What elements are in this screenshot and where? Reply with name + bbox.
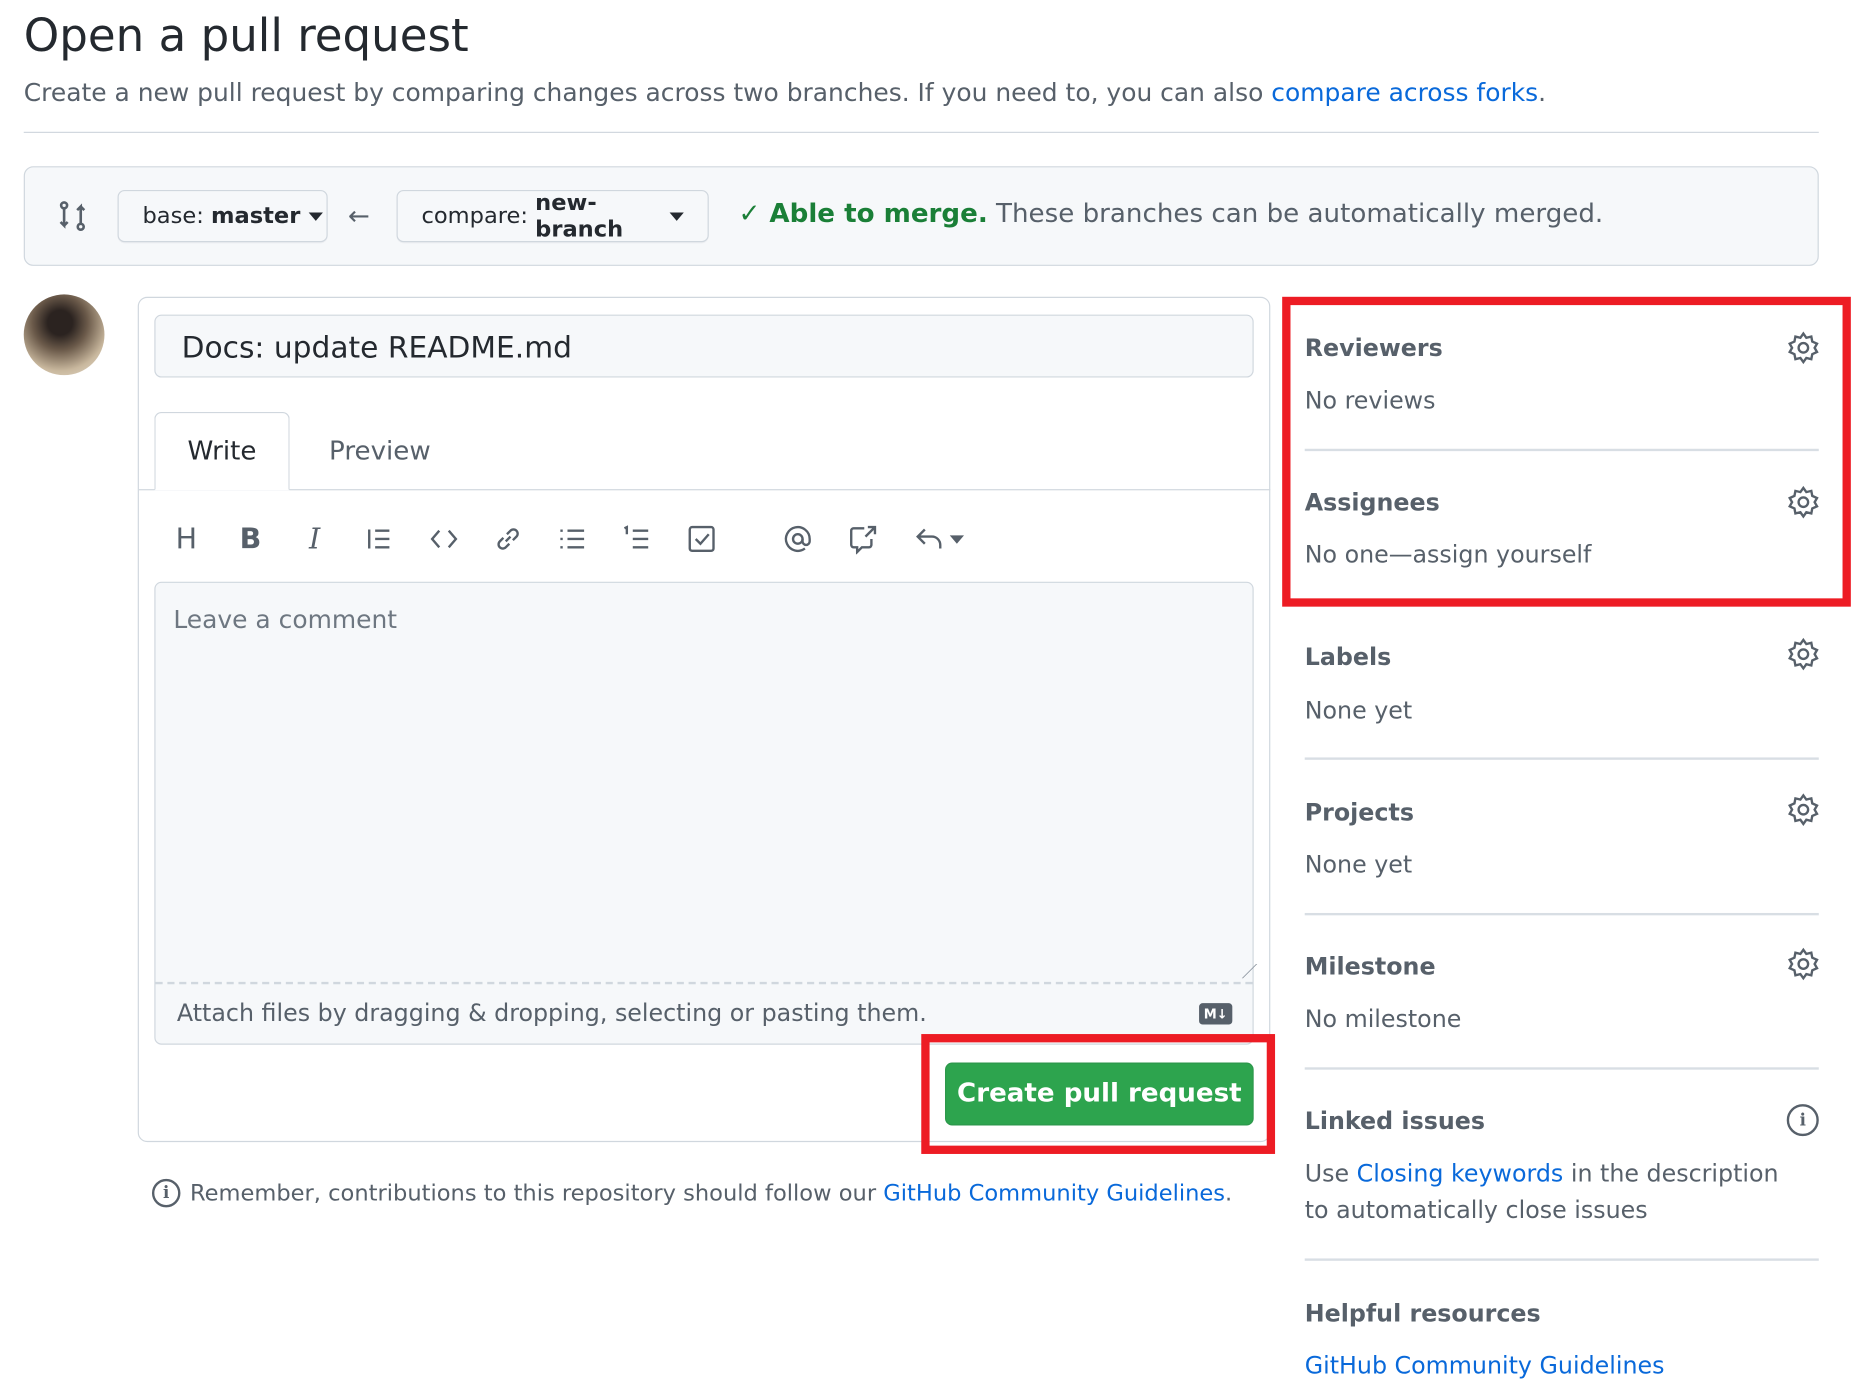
tab-preview[interactable]: Preview bbox=[306, 412, 453, 490]
heading-icon[interactable]: H bbox=[165, 518, 208, 561]
title-input[interactable]: Docs: update README.md bbox=[154, 314, 1254, 378]
merge-status: ✓ Able to merge. These branches can be a… bbox=[738, 199, 1604, 230]
italic-icon[interactable]: I bbox=[293, 518, 336, 561]
compare-arrows-icon bbox=[56, 199, 89, 237]
arrow-left-icon: ← bbox=[347, 201, 370, 232]
reference-icon[interactable] bbox=[842, 518, 885, 561]
tab-write[interactable]: Write bbox=[154, 411, 290, 491]
page-title: Open a pull request bbox=[23, 9, 469, 62]
closing-keywords-link[interactable]: Closing keywords bbox=[1357, 1159, 1564, 1187]
info-icon[interactable]: i bbox=[1786, 1104, 1819, 1137]
linked-issues-description: Use Closing keywords in the description … bbox=[1304, 1158, 1779, 1225]
caret-down-icon bbox=[308, 211, 323, 221]
projects-heading[interactable]: Projects bbox=[1305, 798, 1414, 826]
compare-across-forks-link[interactable]: compare across forks bbox=[1271, 78, 1538, 106]
markdown-icon[interactable]: M↓ bbox=[1199, 1003, 1233, 1025]
bold-icon[interactable]: B bbox=[229, 518, 272, 561]
labels-heading[interactable]: Labels bbox=[1305, 642, 1392, 670]
highlight-box bbox=[921, 1034, 1276, 1154]
divider bbox=[1304, 1258, 1819, 1261]
info-icon: i bbox=[151, 1178, 181, 1208]
link-icon[interactable] bbox=[487, 518, 530, 561]
avatar[interactable] bbox=[23, 294, 105, 376]
gear-icon[interactable] bbox=[1787, 793, 1820, 826]
milestone-heading[interactable]: Milestone bbox=[1305, 952, 1436, 980]
linked-issues-heading: Linked issues bbox=[1304, 1106, 1485, 1135]
caret-down-icon bbox=[669, 211, 684, 221]
task-list-icon[interactable] bbox=[680, 518, 723, 561]
attach-files-text[interactable]: Attach files by dragging & dropping, sel… bbox=[177, 998, 927, 1026]
community-guidelines-link[interactable]: GitHub Community Guidelines bbox=[883, 1180, 1225, 1206]
page-subtitle: Create a new pull request by comparing c… bbox=[23, 78, 1547, 107]
divider bbox=[1304, 912, 1819, 916]
comment-textarea[interactable] bbox=[154, 581, 1254, 1045]
bulleted-list-icon[interactable] bbox=[551, 518, 594, 561]
numbered-list-icon[interactable] bbox=[615, 518, 658, 561]
compare-branch-select[interactable]: compare: new-branch bbox=[396, 189, 709, 243]
milestone-value: No milestone bbox=[1304, 1004, 1462, 1033]
attach-divider bbox=[155, 981, 1253, 985]
comment-placeholder: Leave a comment bbox=[173, 605, 398, 634]
check-icon: ✓ bbox=[738, 199, 770, 230]
mention-icon[interactable] bbox=[776, 518, 819, 561]
reply-icon[interactable] bbox=[907, 518, 971, 561]
base-branch-select[interactable]: base: master bbox=[117, 189, 328, 243]
helpful-resources-heading: Helpful resources bbox=[1304, 1298, 1541, 1328]
code-icon[interactable] bbox=[423, 518, 466, 561]
highlight-box bbox=[1282, 296, 1851, 607]
gear-icon[interactable] bbox=[1787, 947, 1820, 981]
gear-icon[interactable] bbox=[1787, 637, 1820, 671]
helpful-community-guidelines-link[interactable]: GitHub Community Guidelines bbox=[1305, 1347, 1804, 1384]
caret-down-icon bbox=[949, 534, 965, 544]
contribution-notice: i Remember, contributions to this reposit… bbox=[151, 1178, 1232, 1208]
divider bbox=[23, 131, 1819, 133]
quote-icon[interactable] bbox=[357, 518, 400, 561]
projects-value: None yet bbox=[1304, 850, 1413, 879]
labels-value: None yet bbox=[1304, 695, 1413, 725]
divider bbox=[1304, 757, 1819, 760]
divider bbox=[1304, 1067, 1819, 1070]
